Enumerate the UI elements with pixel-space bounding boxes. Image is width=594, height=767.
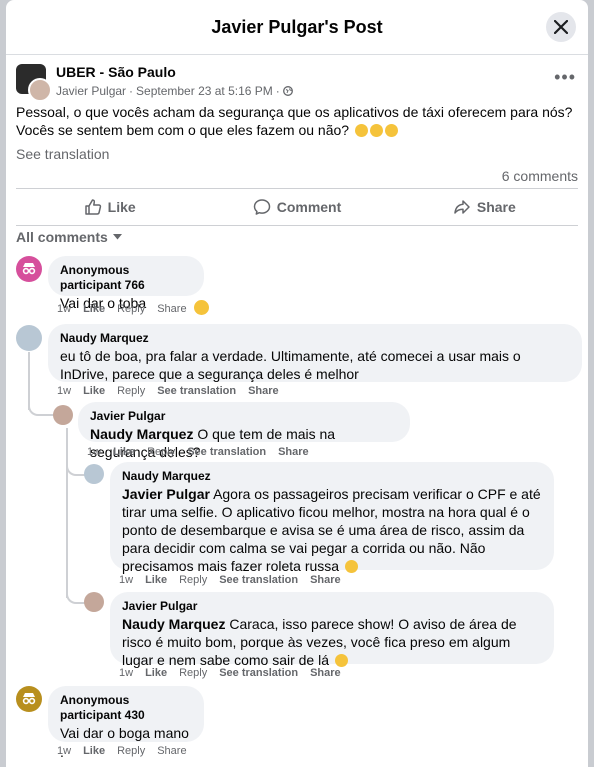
globe-icon xyxy=(282,86,293,96)
comment-share-button[interactable]: Share xyxy=(248,385,279,397)
comment-like-button[interactable]: Like xyxy=(83,303,105,315)
comment-reply-button[interactable]: Reply xyxy=(179,574,207,586)
mention-link[interactable]: Javier Pulgar xyxy=(122,486,210,502)
comment-time[interactable]: 1w xyxy=(119,667,133,679)
thinking-emoji xyxy=(354,124,368,137)
comment-text: Javier Pulgar Agora os passageiros preci… xyxy=(122,486,541,574)
comment-author[interactable]: Anonymous participant 430 xyxy=(60,693,192,723)
comment-time[interactable]: 1w xyxy=(57,745,71,757)
comment-text: Naudy Marquez Caraca, isso parece show! … xyxy=(122,616,517,668)
comment-author[interactable]: Naudy Marquez xyxy=(122,469,542,484)
anonymous-icon xyxy=(22,263,36,275)
comment-time[interactable]: 1w xyxy=(87,446,101,458)
grinning-emoji xyxy=(334,654,348,667)
comment-bubble: Naudy Marquez eu tô de boa, pra falar a … xyxy=(48,324,582,382)
comment-actions: 1w Like Reply See translation Share xyxy=(87,446,309,458)
thread-line xyxy=(28,380,54,416)
comment-bubble: Javier Pulgar Naudy Marquez O que tem de… xyxy=(78,402,410,460)
thread-line xyxy=(66,450,86,476)
close-icon xyxy=(554,20,568,34)
comment-button[interactable]: Comment xyxy=(203,189,390,225)
mention-link[interactable]: Naudy Marquez xyxy=(90,426,193,442)
group-name[interactable]: UBER - São Paulo xyxy=(56,64,293,80)
comment-time[interactable]: 1w xyxy=(119,574,133,586)
comment-reply-button[interactable]: Reply xyxy=(147,446,175,458)
comment-time[interactable]: 1w xyxy=(57,303,71,315)
post-date[interactable]: September 23 at 5:16 PM xyxy=(136,83,273,99)
comment-reply-button[interactable]: Reply xyxy=(117,745,145,757)
comment-like-button[interactable]: Like xyxy=(145,667,167,679)
comment-like-button[interactable]: Like xyxy=(83,385,105,397)
author-avatar[interactable] xyxy=(28,78,52,102)
post-text: Pessoal, o que vocês acham da segurança … xyxy=(16,104,573,138)
comment-text: eu tô de boa, pra falar a verdade. Ultim… xyxy=(60,348,521,382)
comment-count[interactable]: 6 comments xyxy=(502,168,578,184)
post-modal: Javier Pulgar's Post UBER - São Paulo Ja… xyxy=(6,0,588,767)
comment-bubble: Anonymous participant 766 Vai dar o toba xyxy=(48,256,204,311)
comment-actions: 1w Like Reply See translation Share xyxy=(57,385,279,397)
comment-actions: 1w Like Reply Share xyxy=(57,303,187,315)
comment-bubble: Naudy Marquez Javier Pulgar Agora os pas… xyxy=(110,462,554,574)
modal-header: Javier Pulgar's Post xyxy=(6,0,588,55)
comment-text: Vai dar o boga mano xyxy=(60,725,189,741)
comment-author[interactable]: Javier Pulgar xyxy=(122,599,542,614)
thumbs-up-icon xyxy=(84,199,101,215)
comment-author[interactable]: Javier Pulgar xyxy=(90,409,398,424)
comment-reply-button[interactable]: Reply xyxy=(117,303,145,315)
post-action-bar: Like Comment Share xyxy=(16,188,578,226)
commenter-avatar[interactable] xyxy=(16,256,42,282)
comment-share-button[interactable]: Share xyxy=(278,446,309,458)
comment-share-button[interactable]: Share xyxy=(310,667,341,679)
comment-like-button[interactable]: Like xyxy=(113,446,135,458)
comment-author[interactable]: Anonymous participant 766 xyxy=(60,263,192,293)
comment-actions: 1w Like Reply See translation Share xyxy=(119,574,341,586)
comment-share-button[interactable]: Share xyxy=(157,745,186,757)
comment-share-button[interactable]: Share xyxy=(157,303,186,315)
comment-see-translation-link[interactable]: See translation xyxy=(187,446,266,458)
mention-link[interactable]: Naudy Marquez xyxy=(122,616,225,632)
group-avatar[interactable] xyxy=(16,64,52,102)
comment-like-button[interactable]: Like xyxy=(145,574,167,586)
commenter-avatar[interactable] xyxy=(53,405,73,425)
comment-like-button[interactable]: Like xyxy=(83,745,105,757)
comment-actions: 1w Like Reply See translation Share xyxy=(119,667,341,679)
commenter-avatar[interactable] xyxy=(16,686,42,712)
comment-share-button[interactable]: Share xyxy=(310,574,341,586)
thinking-emoji xyxy=(369,124,383,137)
meta-separator: · xyxy=(129,84,134,98)
thinking-emoji xyxy=(384,124,398,137)
more-options-button[interactable]: ••• xyxy=(554,68,576,86)
meta-separator: · xyxy=(275,84,280,98)
comment-author[interactable]: Naudy Marquez xyxy=(60,331,570,346)
post-header: UBER - São Paulo Javier Pulgar · Septemb… xyxy=(16,64,293,102)
comment-actions: 1w Like Reply Share xyxy=(57,745,187,757)
comment-time[interactable]: 1w xyxy=(57,385,71,397)
anonymous-icon xyxy=(22,693,36,705)
comment-see-translation-link[interactable]: See translation xyxy=(219,574,298,586)
share-icon xyxy=(454,200,470,214)
caret-down-icon xyxy=(112,234,122,240)
laughing-emoji xyxy=(344,560,358,573)
share-button[interactable]: Share xyxy=(391,189,578,225)
commenter-avatar[interactable] xyxy=(84,464,104,484)
comment-see-translation-link[interactable]: See translation xyxy=(219,667,298,679)
see-translation-link[interactable]: See translation xyxy=(16,146,109,162)
comment-reply-button[interactable]: Reply xyxy=(117,385,145,397)
laughing-reaction-icon[interactable] xyxy=(194,300,209,315)
thread-line xyxy=(66,580,86,604)
comment-bubble: Anonymous participant 430 Vai dar o boga… xyxy=(48,686,204,760)
comment-icon xyxy=(253,199,270,215)
like-button[interactable]: Like xyxy=(16,189,203,225)
comment-see-translation-link[interactable]: See translation xyxy=(157,385,236,397)
close-button[interactable] xyxy=(546,12,576,42)
post-author[interactable]: Javier Pulgar xyxy=(56,83,126,99)
commenter-avatar[interactable] xyxy=(84,592,104,612)
comment-filter-dropdown[interactable]: All comments xyxy=(16,229,122,245)
commenter-avatar[interactable] xyxy=(16,325,42,351)
comment-bubble: Javier Pulgar Naudy Marquez Caraca, isso… xyxy=(110,592,554,668)
comment-reply-button[interactable]: Reply xyxy=(179,667,207,679)
modal-title: Javier Pulgar's Post xyxy=(211,16,383,37)
